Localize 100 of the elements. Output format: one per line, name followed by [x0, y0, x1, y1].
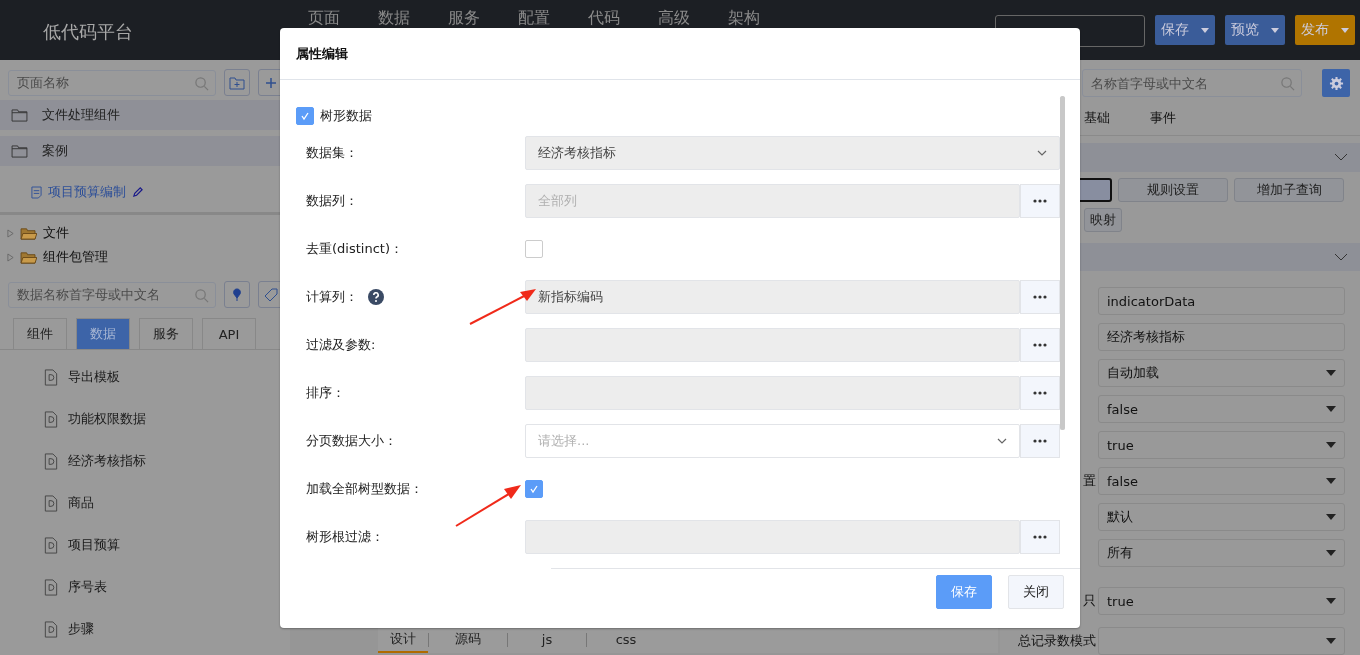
more-button[interactable] — [1020, 520, 1060, 554]
field-label: 排序： — [306, 384, 345, 402]
select-field[interactable]: 所有 — [1098, 539, 1345, 567]
field-label: 计算列： — [306, 288, 358, 306]
nav-link[interactable]: 配置 — [518, 8, 550, 28]
panel-tab[interactable]: 组件 — [13, 318, 67, 349]
select-field[interactable]: 默认 — [1098, 503, 1345, 531]
dropdown-icon — [1326, 638, 1336, 644]
panel-tab[interactable]: 数据 — [76, 318, 130, 349]
field-label: 树形根过滤： — [306, 528, 384, 546]
data-file-icon — [44, 368, 58, 386]
folder-icon — [20, 250, 37, 264]
ellipsis-icon — [1033, 439, 1047, 443]
more-button[interactable] — [1020, 376, 1060, 410]
input-field[interactable] — [525, 376, 1020, 410]
checkmark-icon — [528, 483, 540, 495]
dropdown-icon — [1326, 598, 1336, 604]
data-item[interactable]: 项目预算 — [44, 534, 290, 556]
field-label: 数据列： — [306, 192, 358, 210]
chevron-down-icon — [1037, 150, 1047, 156]
data-item[interactable]: 功能权限数据 — [44, 408, 290, 430]
dropdown-icon — [1326, 406, 1336, 412]
field-label: 加载全部树型数据： — [306, 480, 423, 498]
data-file-icon — [44, 410, 58, 428]
more-button[interactable] — [1020, 280, 1060, 314]
select-field[interactable]: 自动加载 — [1098, 359, 1345, 387]
search-icon — [194, 75, 209, 91]
nav-link[interactable]: 架构 — [728, 8, 760, 28]
panel-tab[interactable]: 服务 — [139, 318, 193, 349]
input-field[interactable] — [525, 520, 1020, 554]
data-file-icon — [44, 452, 58, 470]
editor-tab[interactable]: 源码 — [429, 627, 507, 653]
tree-node[interactable]: 文件 — [7, 221, 290, 245]
expand-icon[interactable] — [7, 228, 14, 238]
folder-icon — [20, 226, 37, 240]
dropdown-icon — [1326, 478, 1336, 484]
input-field[interactable]: 新指标编码 — [525, 280, 1020, 314]
dialog-button[interactable]: 关闭 — [1008, 575, 1064, 609]
panel-tab[interactable]: 事件 — [1150, 109, 1176, 127]
input-field[interactable] — [525, 328, 1020, 362]
dropdown-icon — [1326, 550, 1336, 556]
tree-node[interactable]: 组件包管理 — [7, 245, 290, 269]
input-field[interactable]: indicatorData — [1098, 287, 1345, 315]
search-field[interactable]: 数据名称首字母或中文名 — [8, 281, 216, 308]
panel-tab[interactable]: API — [202, 318, 256, 349]
app-title: 低代码平台 — [43, 20, 134, 44]
select-field[interactable]: true — [1098, 587, 1345, 615]
nav-link[interactable]: 页面 — [308, 8, 340, 28]
add-folder-button[interactable] — [224, 69, 250, 96]
ellipsis-icon — [1033, 535, 1047, 539]
ellipsis-icon — [1033, 343, 1047, 347]
field-label: 总记录数模式 — [1018, 633, 1096, 648]
dropdown-icon — [1326, 442, 1336, 448]
editor-tab[interactable]: css — [587, 628, 665, 652]
select-field[interactable]: true — [1098, 431, 1345, 459]
select-field[interactable]: false — [1098, 467, 1345, 495]
search-field[interactable]: 名称首字母或中文名 — [1082, 69, 1302, 97]
dropdown-icon — [1326, 514, 1336, 520]
folder-icon — [11, 108, 28, 122]
chevron-down-icon — [1334, 252, 1348, 261]
ellipsis-icon — [1033, 295, 1047, 299]
ellipsis-icon — [1033, 391, 1047, 395]
checkbox[interactable] — [525, 480, 543, 498]
split-button[interactable]: 预览 — [1225, 15, 1285, 45]
select-field[interactable]: false — [1098, 395, 1345, 423]
action-button[interactable]: 映射 — [1084, 207, 1122, 232]
data-item[interactable]: 经济考核指标 — [44, 450, 290, 472]
nav-link[interactable]: 服务 — [448, 8, 480, 28]
checkbox[interactable] — [525, 240, 543, 258]
more-button[interactable] — [1020, 424, 1060, 458]
data-item[interactable]: 导出模板 — [44, 366, 290, 388]
checkbox[interactable] — [296, 107, 314, 125]
panel-tab[interactable]: 基础 — [1084, 109, 1110, 127]
chevron-down-icon — [997, 438, 1007, 444]
nav-link[interactable]: 代码 — [588, 8, 620, 28]
editor-tab[interactable]: js — [508, 628, 586, 652]
scrollbar[interactable] — [1060, 96, 1065, 430]
expand-icon[interactable] — [7, 252, 14, 262]
pin-button[interactable] — [224, 281, 250, 308]
field-label: 去重(distinct)： — [306, 240, 403, 258]
nav-link[interactable]: 高级 — [658, 8, 690, 28]
select-field[interactable] — [1098, 627, 1345, 655]
chevron-down-icon — [1334, 153, 1348, 162]
more-button[interactable] — [1020, 328, 1060, 362]
data-item[interactable]: 商品 — [44, 492, 290, 514]
data-item[interactable]: 序号表 — [44, 576, 290, 598]
ellipsis-icon — [1033, 199, 1047, 203]
input-field[interactable]: 经济考核指标 — [1098, 323, 1345, 351]
field-label: 分页数据大小： — [306, 432, 397, 450]
settings-icon — [1328, 75, 1344, 91]
pencil-icon[interactable] — [132, 186, 143, 198]
nav-link[interactable]: 数据 — [378, 8, 410, 28]
search-field[interactable]: 页面名称 — [8, 69, 216, 96]
help-icon[interactable] — [368, 289, 384, 305]
data-item[interactable]: 步骤 — [44, 618, 290, 640]
data-file-icon — [44, 494, 58, 512]
settings-button[interactable] — [1322, 69, 1350, 97]
action-button[interactable]: 规则设置 — [1118, 177, 1228, 202]
action-button[interactable]: 增加子查询 — [1234, 177, 1344, 202]
split-button[interactable]: 保存 — [1155, 15, 1215, 45]
